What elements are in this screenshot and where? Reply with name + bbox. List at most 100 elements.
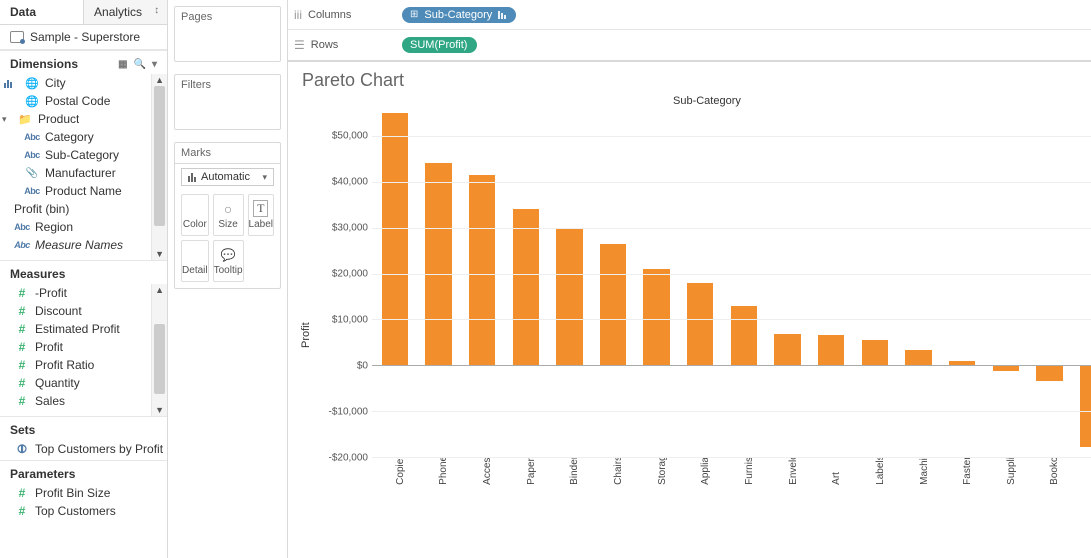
hash-icon: [14, 504, 30, 518]
field-sales[interactable]: Sales: [0, 392, 151, 410]
bar-appliances[interactable]: [681, 113, 719, 457]
field-label: Top Customers by Profit: [35, 442, 163, 456]
marks-detail[interactable]: Detail: [181, 240, 209, 282]
field-manufacturer[interactable]: Manufacturer: [0, 164, 151, 182]
hash-icon: [14, 394, 30, 408]
field-sub-category[interactable]: Sub-Category: [0, 146, 151, 164]
dimensions-list: CityPostal Code▾ProductCategory Sub-Categ…: [0, 74, 151, 260]
marks-color[interactable]: Color: [181, 194, 209, 236]
view-toggle-icon[interactable]: ▦: [118, 59, 127, 70]
scroll-down-icon[interactable]: ▼: [152, 249, 167, 259]
field-profit[interactable]: Profit: [0, 338, 151, 356]
x-tick-label: Appliances: [700, 458, 711, 485]
columns-shelf[interactable]: iii Columns Sub-Category: [288, 0, 1091, 30]
marks-label[interactable]: Label: [248, 194, 274, 236]
bar-chairs[interactable]: [594, 113, 632, 457]
y-tick-label: $10,000: [332, 315, 368, 326]
sort-icon: [498, 11, 506, 19]
globe-icon: [24, 94, 40, 108]
field-discount[interactable]: Discount: [0, 302, 151, 320]
search-icon[interactable]: 🔍: [134, 59, 146, 70]
field-estimated-profit[interactable]: Estimated Profit: [0, 320, 151, 338]
field-product-name[interactable]: Product Name: [0, 182, 151, 200]
x-tick-label: Furnishings: [744, 458, 755, 485]
field-product[interactable]: ▾Product: [0, 110, 151, 128]
field--profit[interactable]: -Profit: [0, 284, 151, 302]
bar-bookcases[interactable]: [1031, 113, 1069, 457]
bar-fasteners[interactable]: [943, 113, 981, 457]
y-tick-label: $40,000: [332, 177, 368, 188]
tab-data[interactable]: Data: [0, 0, 83, 24]
x-tick-label: Binders: [569, 458, 580, 485]
scroll-thumb[interactable]: [154, 324, 165, 394]
bar-paper[interactable]: [507, 113, 545, 457]
menu-icon[interactable]: ▾: [152, 59, 157, 70]
y-tick-label: $0: [357, 361, 368, 372]
field-label: Measure Names: [35, 238, 123, 252]
viz-title[interactable]: Pareto Chart: [302, 70, 1091, 91]
field-city[interactable]: City: [0, 74, 151, 92]
field-quantity[interactable]: Quantity: [0, 374, 151, 392]
caret-icon[interactable]: ▾: [2, 114, 12, 125]
field-label: Region: [35, 220, 73, 234]
field-profit-bin-[interactable]: Profit (bin): [0, 200, 151, 218]
field-top-customers[interactable]: Top Customers: [0, 502, 167, 520]
rows-shelf[interactable]: ☰ Rows SUM(Profit): [288, 30, 1091, 60]
sets-header: Sets: [0, 416, 167, 440]
datasource-row[interactable]: Sample - Superstore: [0, 25, 167, 50]
marks-size[interactable]: Size: [213, 194, 244, 236]
abc-icon: [24, 130, 40, 144]
field-label: Discount: [35, 304, 82, 318]
expand-icon: [410, 9, 418, 20]
x-tick-label: Chairs: [613, 458, 624, 485]
view-column: iii Columns Sub-Category ☰ Rows SUM(Prof…: [288, 0, 1091, 558]
marks-card: Marks Automatic Color Size Label: [174, 142, 281, 289]
field-category[interactable]: Category: [0, 128, 151, 146]
y-tick-label: $50,000: [332, 131, 368, 142]
bar-machines[interactable]: [900, 113, 938, 457]
hash-icon: [14, 358, 30, 372]
bar-labels[interactable]: [856, 113, 894, 457]
field-postal-code[interactable]: Postal Code: [0, 92, 151, 110]
column-header: Sub-Category: [298, 95, 1091, 107]
bar-supplies[interactable]: [987, 113, 1025, 457]
size-icon: [224, 201, 232, 217]
filters-card[interactable]: Filters: [174, 74, 281, 130]
bar-phones[interactable]: [420, 113, 458, 457]
bar-copiers[interactable]: [376, 113, 414, 457]
clip-icon: [24, 166, 40, 180]
scroll-up-icon[interactable]: ▲: [152, 285, 167, 295]
bar-tables[interactable]: [1074, 113, 1091, 457]
field-measure-names[interactable]: Measure Names: [0, 236, 151, 254]
x-tick-label: Accessories: [482, 458, 493, 485]
bar-furnishings[interactable]: [725, 113, 763, 457]
tab-analytics[interactable]: Analytics: [83, 0, 167, 24]
bar-storage[interactable]: [638, 113, 676, 457]
scrollbar[interactable]: ▲ ▼: [151, 284, 167, 416]
field-top-customers-by-profit[interactable]: Top Customers by Profit: [0, 440, 167, 458]
filters-title: Filters: [175, 75, 280, 95]
scroll-up-icon[interactable]: ▲: [152, 75, 167, 85]
scrollbar[interactable]: ▲ ▼: [151, 74, 167, 260]
chart-plot[interactable]: -$20,000-$10,000$0$10,000$20,000$30,000$…: [314, 113, 1091, 458]
viz-area: Pareto Chart Sub-Category Profit -$20,00…: [288, 62, 1091, 558]
y-tick-label: $30,000: [332, 223, 368, 234]
field-label: Sub-Category: [45, 148, 119, 162]
marks-tooltip[interactable]: Tooltip: [213, 240, 244, 282]
scroll-thumb[interactable]: [154, 86, 165, 226]
rows-pill-sum-profit[interactable]: SUM(Profit): [402, 37, 477, 53]
data-panel: Data Analytics Sample - Superstore Dimen…: [0, 0, 168, 558]
field-region[interactable]: Region: [0, 218, 151, 236]
field-profit-ratio[interactable]: Profit Ratio: [0, 356, 151, 374]
scroll-down-icon[interactable]: ▼: [152, 405, 167, 415]
bar-accessories[interactable]: [463, 113, 501, 457]
field-profit-bin-size[interactable]: Profit Bin Size: [0, 484, 167, 502]
bar-envelopes[interactable]: [769, 113, 807, 457]
columns-pill-subcategory[interactable]: Sub-Category: [402, 7, 516, 23]
hash-icon: [14, 322, 30, 336]
bar-binders[interactable]: [551, 113, 589, 457]
pages-card[interactable]: Pages: [174, 6, 281, 62]
field-label: Profit (bin): [14, 202, 69, 216]
mark-type-select[interactable]: Automatic: [181, 168, 274, 186]
bar-art[interactable]: [812, 113, 850, 457]
